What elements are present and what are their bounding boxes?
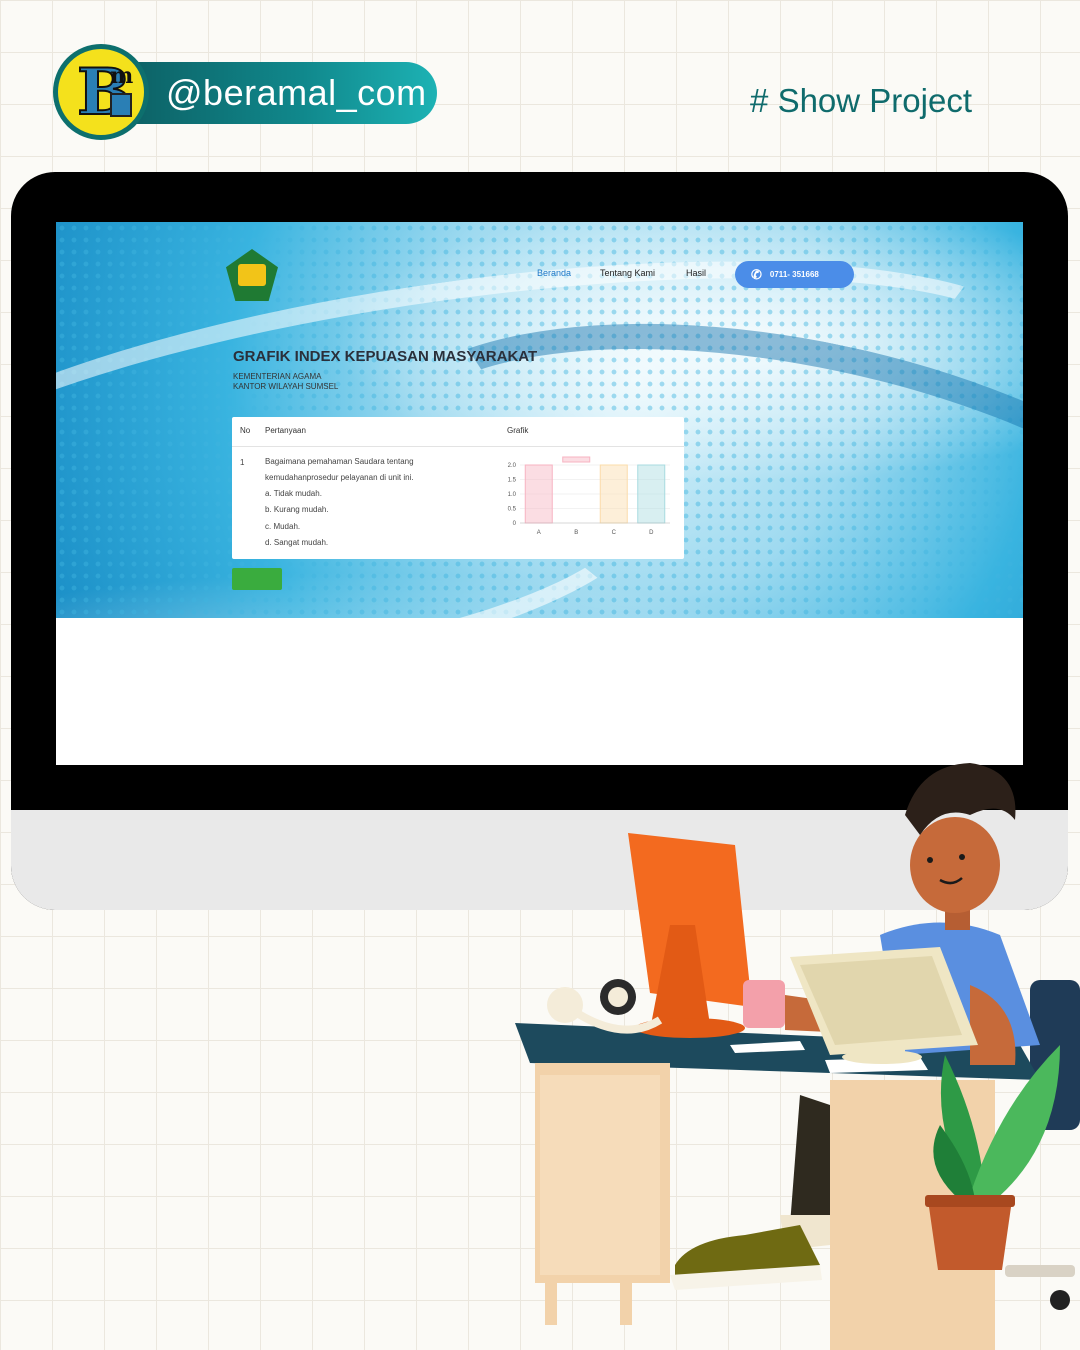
bar-c: [599, 464, 628, 524]
question-line-1: Bagaimana pemahaman Saudara tentang: [265, 457, 414, 466]
bar-b: [562, 456, 591, 463]
question-line-2: kemudahanprosedur pelayanan di unit ini.: [265, 473, 414, 482]
x-tick-label: D: [649, 530, 654, 536]
bar-d: [637, 464, 666, 524]
person-at-desk-illustration: [515, 763, 1080, 1350]
hero-section: Beranda Tentang Kami Hasil ✆ 0711- 35166…: [56, 222, 1023, 765]
nav-beranda[interactable]: Beranda: [537, 268, 571, 278]
option-d: d. Sangat mudah.: [265, 538, 329, 547]
x-tick-label: A: [537, 530, 541, 536]
phone-number: 0711- 351668: [769, 270, 819, 279]
x-tick-label: C: [612, 530, 617, 536]
page-subtitle-ministry: KEMENTERIAN AGAMA: [233, 372, 322, 381]
header-no: No: [240, 426, 251, 435]
header-pertanyaan: Pertanyaan: [265, 426, 306, 435]
phone-button[interactable]: ✆ 0711- 351668: [735, 261, 854, 288]
page-title: GRAFIK INDEX KEPUASAN MASYARAKAT: [233, 348, 538, 365]
x-tick-label: B: [574, 530, 578, 536]
option-a: a. Tidak mudah.: [265, 489, 322, 498]
green-action-button[interactable]: [232, 568, 282, 590]
y-tick-label: 1.0: [508, 492, 517, 498]
website-screen: Beranda Tentang Kami Hasil ✆ 0711- 35166…: [56, 222, 1023, 765]
y-tick-label: 1.5: [508, 478, 517, 484]
option-b: b. Kurang mudah.: [265, 505, 329, 514]
brand-logo: B m: [53, 44, 149, 140]
phone-icon: ✆: [751, 267, 762, 282]
header-grafik: Grafik: [507, 426, 529, 435]
page-subtitle-office: KANTOR WILAYAH SUMSEL: [233, 382, 339, 391]
brand-logo-mark: m: [110, 63, 134, 89]
y-tick-label: 0: [513, 521, 517, 527]
bar-a: [524, 464, 553, 524]
table-divider: [232, 446, 684, 447]
handle-banner: @beramal_com: [100, 62, 437, 124]
row-number: 1: [240, 458, 245, 467]
handle-text: @beramal_com: [166, 72, 427, 113]
nav-tentang-kami[interactable]: Tentang Kami: [600, 268, 655, 278]
y-tick-label: 2.0: [508, 463, 517, 469]
show-project-tag: # Show Project: [750, 82, 972, 119]
y-tick-label: 0.5: [508, 507, 517, 513]
nav-hasil[interactable]: Hasil: [686, 268, 706, 278]
bar-chart: 2.0 1.5 1.0 0.5 0 A B C D: [508, 456, 670, 536]
survey-table: No Pertanyaan Grafik 1 Bagaimana pemaham…: [232, 417, 684, 559]
brand-logo-box: [110, 93, 132, 117]
option-c: c. Mudah.: [265, 522, 301, 531]
